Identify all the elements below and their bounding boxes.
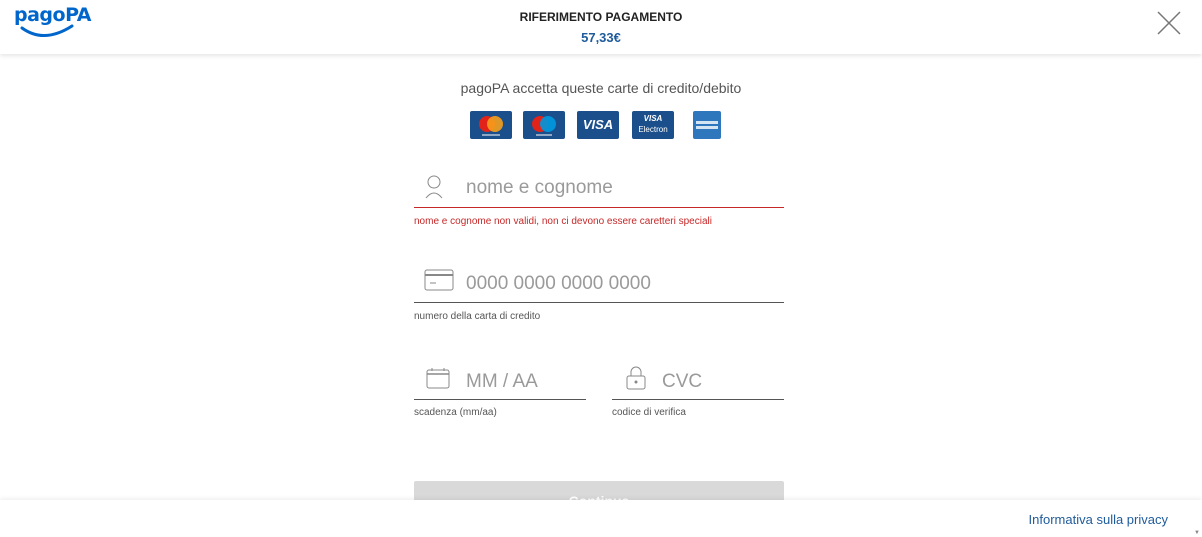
header: pagoPA RIFERIMENTO PAGAMENTO 57,33€: [0, 0, 1202, 54]
scroll-down-icon[interactable]: ▼: [1194, 530, 1200, 536]
visa-electron-icon: VISA Electron: [632, 111, 674, 139]
accepted-cards-intro: pagoPA accetta queste carte di credito/d…: [460, 80, 742, 96]
credit-card-icon: [424, 269, 454, 291]
name-error-message: nome e cognome non validi, non ci devono…: [414, 216, 712, 227]
card-number-field: [414, 262, 784, 303]
visa-electron-text-top: VISA: [643, 114, 663, 123]
cvc-input[interactable]: [662, 370, 780, 394]
cvc-field-underline: [612, 399, 784, 400]
visa-icon: VISA: [577, 111, 619, 139]
visa-electron-text-bottom: Electron: [638, 125, 668, 134]
privacy-policy-link[interactable]: Informativa sulla privacy: [1029, 512, 1168, 527]
card-number-input[interactable]: [466, 272, 776, 296]
maestro-icon: [523, 111, 565, 139]
card-number-helper: numero della carta di credito: [414, 311, 541, 322]
name-field-underline: [414, 207, 784, 208]
expiry-helper: scadenza (mm/aa): [414, 407, 497, 418]
mastercard-icon: [470, 111, 512, 139]
expiry-field: [414, 358, 586, 400]
card-number-field-underline: [414, 302, 784, 303]
calendar-icon: [426, 368, 450, 389]
close-icon: [1157, 11, 1181, 35]
close-button[interactable]: [1154, 8, 1184, 38]
payment-reference: RIFERIMENTO PAGAMENTO 57,33€: [0, 10, 1202, 45]
footer: Informativa sulla privacy ▼: [0, 500, 1202, 537]
visa-text: VISA: [582, 117, 614, 132]
expiry-field-underline: [414, 399, 586, 400]
payment-reference-title: RIFERIMENTO PAGAMENTO: [519, 10, 683, 24]
expiry-input[interactable]: [466, 370, 582, 394]
cvc-field: [612, 358, 784, 400]
amex-icon: [693, 111, 721, 139]
name-input[interactable]: [466, 176, 776, 200]
cvc-helper: codice di verifica: [612, 407, 686, 418]
lock-icon: [626, 366, 646, 390]
payment-amount: 57,33€: [581, 30, 621, 45]
name-field: [414, 166, 784, 208]
user-icon: [425, 175, 443, 199]
